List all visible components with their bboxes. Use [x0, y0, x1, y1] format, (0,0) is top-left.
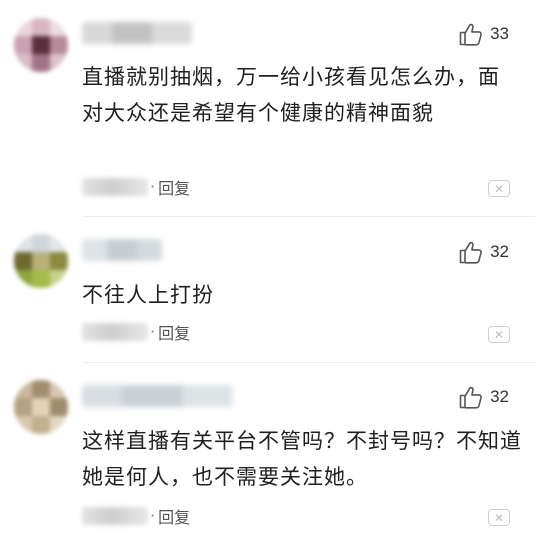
username-blurred[interactable]	[82, 239, 162, 261]
separator-dot: ·	[150, 177, 156, 196]
like-count: 32	[490, 387, 509, 406]
comment-text: 这样直播有关平台不管吗？不封号吗？不知道她是何人，也不需要关注她。	[82, 429, 522, 489]
reply-button[interactable]: 回复	[158, 175, 190, 199]
thumbs-up-icon	[459, 241, 482, 264]
separator-dot: ·	[150, 506, 156, 525]
comment-item: 32 不往人上打扮 · 回复 ✕	[0, 217, 549, 362]
thumbs-up-icon	[459, 23, 482, 46]
username-blurred[interactable]	[82, 385, 232, 407]
reply-button[interactable]: 回复	[158, 504, 190, 528]
comment-text: 直播就别抽烟，万一给小孩看见怎么办，面对大众还是希望有个健康的精神面貌	[82, 65, 500, 125]
thumbs-up-icon	[459, 386, 482, 409]
comment-meta: · 回复	[82, 176, 190, 198]
like-count: 33	[490, 24, 509, 43]
avatar[interactable]	[14, 234, 68, 288]
timestamp-blurred	[82, 323, 148, 341]
comment-meta: · 回复	[82, 321, 190, 343]
close-icon[interactable]: ✕	[488, 509, 510, 526]
comment-text: 不往人上打扮	[82, 283, 214, 307]
avatar[interactable]	[14, 18, 68, 72]
close-icon[interactable]: ✕	[488, 326, 510, 343]
comment-item: 32 这样直播有关平台不管吗？不封号吗？不知道她是何人，也不需要关注她。 · 回…	[0, 363, 549, 556]
separator-dot: ·	[150, 322, 156, 341]
username-blurred[interactable]	[82, 22, 192, 44]
like-button[interactable]: 33	[458, 21, 509, 47]
like-button[interactable]: 32	[458, 239, 509, 265]
comment-item: 33 直播就别抽烟，万一给小孩看见怎么办，面对大众还是希望有个健康的精神面貌 ·…	[0, 0, 549, 215]
like-count: 32	[490, 242, 509, 261]
timestamp-blurred	[82, 507, 148, 525]
avatar[interactable]	[14, 380, 68, 434]
comment-meta: · 回复	[82, 505, 190, 527]
reply-button[interactable]: 回复	[158, 320, 190, 344]
timestamp-blurred	[82, 178, 148, 196]
like-button[interactable]: 32	[458, 384, 509, 410]
close-icon[interactable]: ✕	[488, 180, 510, 197]
